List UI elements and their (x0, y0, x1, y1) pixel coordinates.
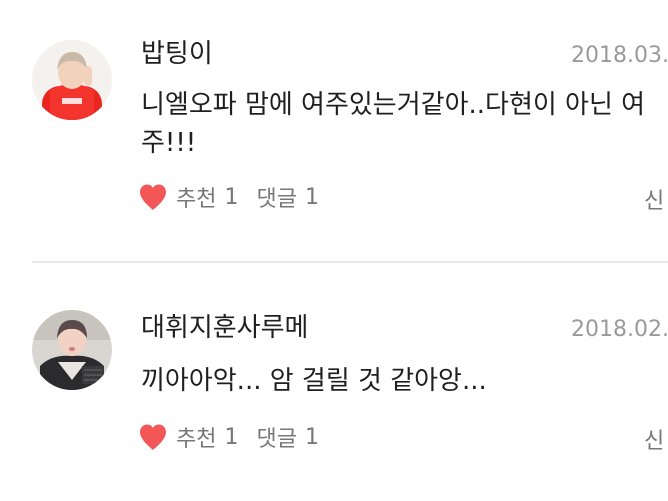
like-label: 추천 (176, 427, 217, 452)
comment-date: 2018.03.0 (571, 43, 668, 68)
comment-text: 니엘오파 맘에 여주있는거같아..다현이 아닌 여주!!! (141, 90, 646, 158)
comment-actions: 추천 1 댓글 1 (138, 420, 319, 454)
comment-text: 끼아아악... 암 걸릴 것 같아앙... (141, 366, 487, 396)
like-button[interactable]: 추천 1 (138, 421, 238, 453)
reply-label: 댓글 (256, 187, 297, 212)
like-count: 1 (224, 424, 239, 450)
comment-item: 대휘지훈사루메 2018.02.2 끼아아악... 암 걸릴 것 같아앙... … (0, 264, 668, 501)
comment-item: 밥팅이 2018.03.0 니엘오파 맘에 여주있는거같아..다현이 아닌 여주… (0, 0, 668, 262)
avatar[interactable] (32, 310, 112, 390)
heart-icon (140, 184, 166, 210)
comment-author[interactable]: 밥팅이 (141, 38, 213, 70)
reply-count: 1 (304, 424, 319, 450)
comment-date: 2018.02.2 (571, 317, 668, 342)
reply-count: 1 (304, 184, 319, 210)
report-button[interactable]: 신 (644, 183, 668, 215)
heart-icon (140, 424, 166, 450)
like-button[interactable]: 추천 1 (138, 181, 238, 213)
user-avatar-icon (32, 40, 112, 120)
comment-author[interactable]: 대휘지훈사루메 (141, 312, 308, 344)
like-count: 1 (224, 184, 239, 210)
comment-actions: 추천 1 댓글 1 (138, 180, 319, 214)
report-button[interactable]: 신 (644, 423, 668, 455)
divider (32, 261, 668, 263)
user-avatar-icon (32, 310, 112, 390)
reply-label: 댓글 (256, 427, 297, 452)
like-label: 추천 (176, 187, 217, 212)
reply-button[interactable]: 댓글 1 (256, 421, 318, 453)
avatar[interactable] (32, 40, 112, 120)
reply-button[interactable]: 댓글 1 (256, 181, 318, 213)
